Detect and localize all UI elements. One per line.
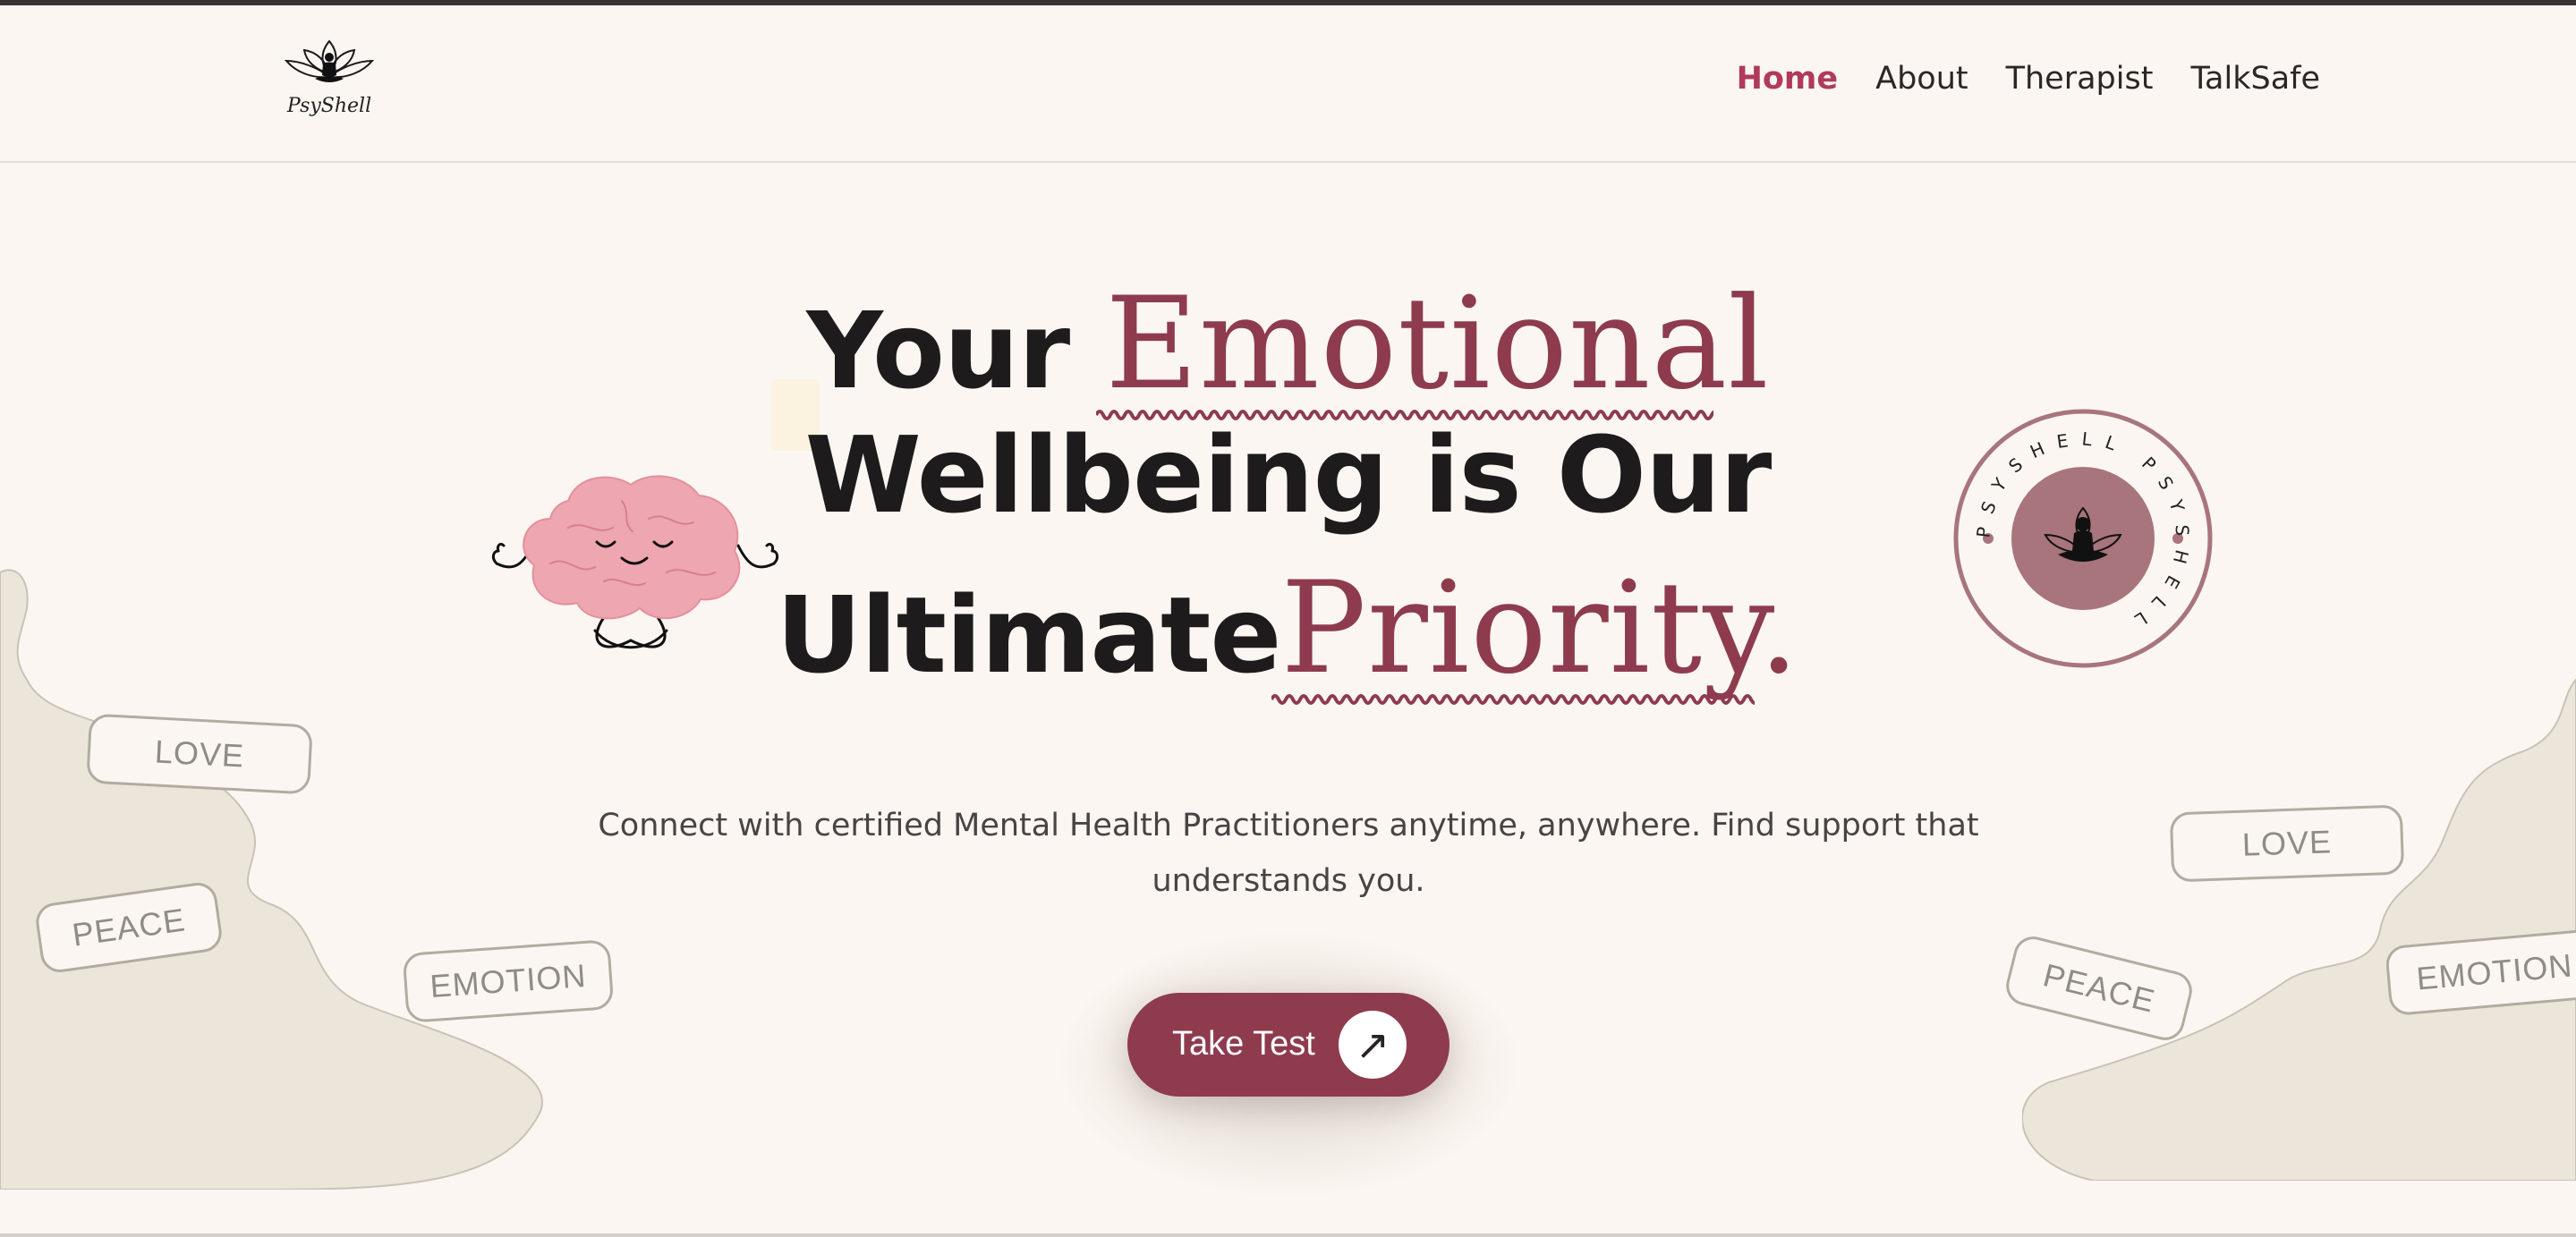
tag-love-right: LOVE xyxy=(2169,804,2405,883)
headline-emotional: Emotional xyxy=(1096,270,1770,420)
site-header: PsyShell Home About Therapist TalkSafe xyxy=(0,5,2576,163)
headline-ultimate: Ultimate xyxy=(776,573,1281,697)
hero-subtitle: Connect with certified Mental Health Pra… xyxy=(598,808,1979,899)
right-decor-blob xyxy=(2022,678,2576,1181)
take-test-label: Take Test xyxy=(1172,1025,1315,1063)
nav-home[interactable]: Home xyxy=(1737,61,1839,97)
psyshell-logo[interactable]: PsyShell xyxy=(279,34,379,123)
nav-talksafe[interactable]: TalkSafe xyxy=(2190,61,2320,97)
squiggle-underline xyxy=(1271,694,1756,705)
nav-about[interactable]: About xyxy=(1875,61,1968,97)
tag-love-left: LOVE xyxy=(86,713,313,795)
headline-emotional-text: Emotional xyxy=(1105,270,1770,418)
lotus-meditation-icon xyxy=(284,39,375,82)
meditating-brain-illustration xyxy=(491,475,779,649)
headline-your: Your xyxy=(806,289,1106,412)
bottom-border xyxy=(0,1233,2576,1237)
arrow-up-right-icon: ↗ xyxy=(1339,1011,1407,1079)
psyshell-stamp: PSYSHELL PSYSHELL xyxy=(1953,409,2213,668)
main-nav: Home About Therapist TalkSafe xyxy=(1737,61,2320,97)
tag-emotion-left: EMOTION xyxy=(402,939,615,1023)
take-test-button[interactable]: Take Test ↗ xyxy=(1127,993,1450,1097)
headline-priority: Priority. xyxy=(1271,555,1800,705)
nav-therapist[interactable]: Therapist xyxy=(2006,61,2154,97)
logo-text: PsyShell xyxy=(286,95,372,117)
headline-line-1: Your Emotional xyxy=(0,270,2576,420)
headline-priority-text: Priority. xyxy=(1280,555,1800,702)
